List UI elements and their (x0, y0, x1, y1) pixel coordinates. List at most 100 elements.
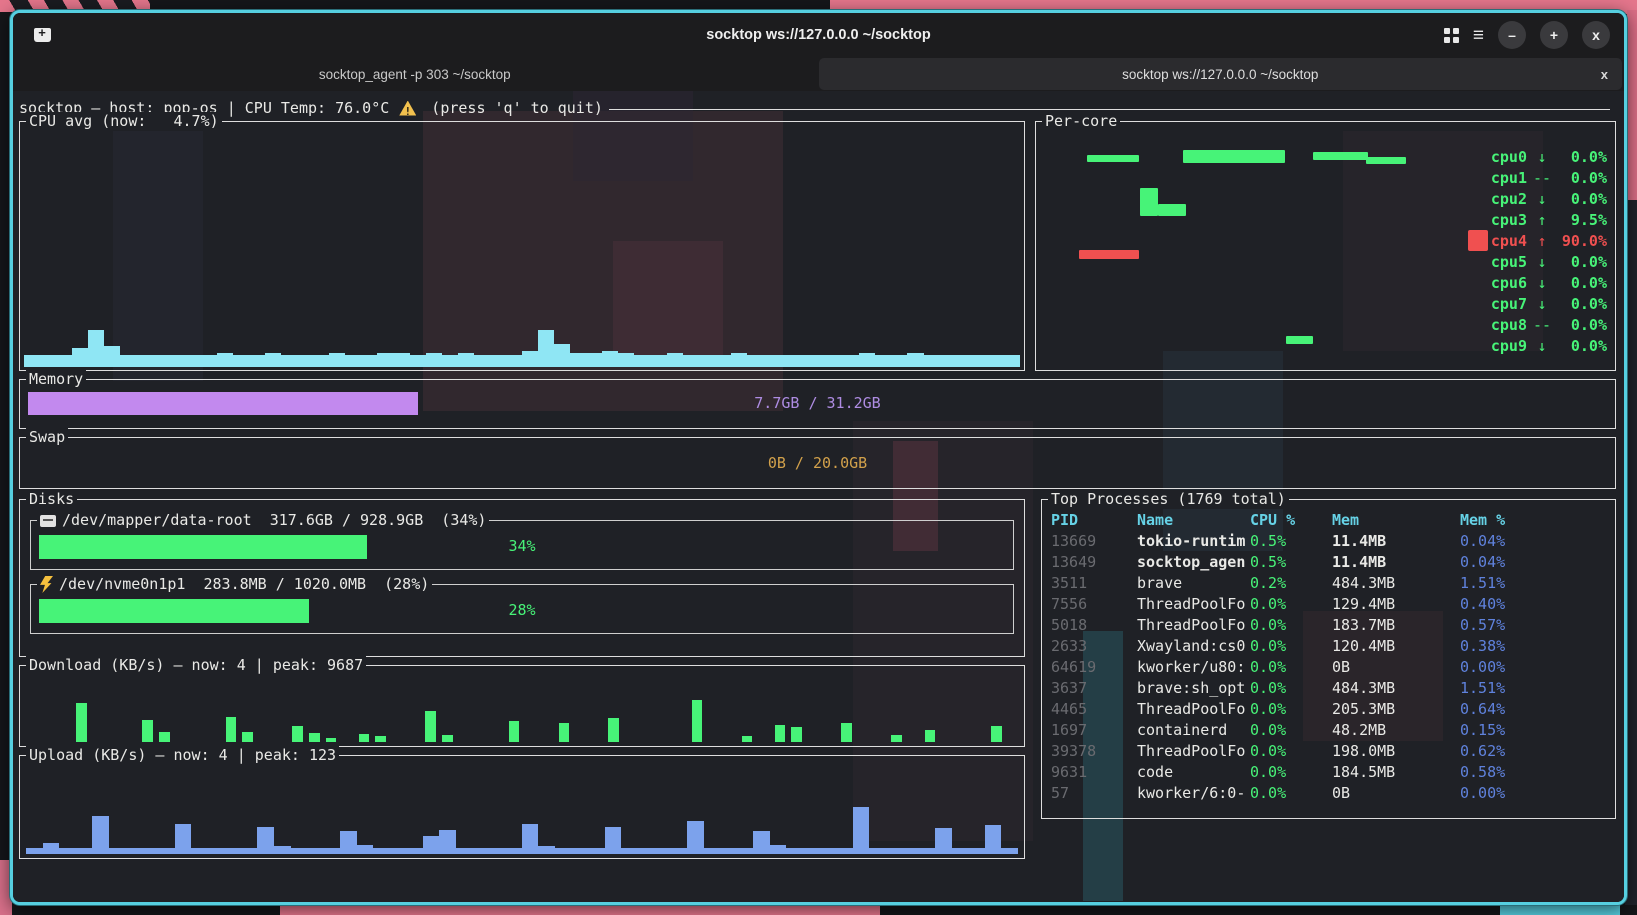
history-bar (554, 344, 570, 367)
history-bar (92, 816, 109, 854)
history-bar (439, 830, 456, 854)
history-bar (747, 355, 763, 367)
history-bar (208, 848, 225, 854)
history-bar (142, 720, 153, 742)
process-cpu: 0.0% (1250, 783, 1332, 804)
history-bar (605, 827, 622, 854)
menu-icon[interactable]: ≡ (1473, 26, 1484, 45)
core-row: cpu9 ↓ 0.0% (1468, 335, 1607, 356)
process-mem: 484.3MB (1332, 573, 1460, 594)
history-bar (699, 355, 715, 367)
process-pid: 57 (1051, 783, 1137, 804)
core-trend-arrow: -- (1527, 316, 1557, 334)
history-bar (373, 848, 390, 854)
process-mem: 183.7MB (1332, 615, 1460, 636)
process-row[interactable]: 9631 code 0.0% 184.5MB 0.58% (1042, 762, 1615, 783)
process-mem-percent: 1.51% (1460, 678, 1615, 699)
history-bar (972, 355, 988, 367)
history-bar (490, 355, 506, 367)
per-core-panel: Per-core cpu0 ↓ 0.0% cpu1 -- 0.0% cpu2 ↓… (1035, 121, 1616, 371)
process-pid: 5018 (1051, 615, 1137, 636)
terminal-content: socktop — host: pop-os | CPU Temp: 76.0°… (13, 91, 1624, 902)
process-row[interactable]: 2633 Xwayland:cs0 0.0% 120.4MB 0.38% (1042, 636, 1615, 657)
close-button[interactable]: x (1582, 21, 1610, 49)
core-trend-arrow: ↓ (1527, 190, 1557, 208)
core-row: cpu8 -- 0.0% (1468, 314, 1607, 335)
swap-panel: Swap 0B / 20.0GB (19, 437, 1616, 489)
history-bar (634, 355, 650, 367)
process-cpu: 0.0% (1250, 678, 1332, 699)
tab-socktop-agent[interactable]: socktop_agent -p 303 ~/socktop (13, 57, 817, 91)
history-bar (340, 831, 357, 854)
history-bar (281, 355, 297, 367)
history-bar (56, 355, 72, 367)
history-bar (843, 355, 859, 367)
process-row[interactable]: 13649 socktop_agen 0.5% 11.4MB 0.04% (1042, 552, 1615, 573)
top-processes-title: Top Processes (1769 total) (1048, 490, 1289, 509)
minimize-button[interactable]: – (1498, 21, 1526, 49)
tab-socktop-ws[interactable]: socktop ws://127.0.0.0 ~/socktop x (819, 58, 1623, 90)
history-bar (602, 351, 618, 367)
history-bar (307, 848, 324, 854)
process-mem-percent: 0.04% (1460, 531, 1615, 552)
history-bar (891, 735, 902, 742)
top-processes-panel: Top Processes (1769 total) PID Name CPU … (1041, 499, 1616, 819)
history-bar (489, 848, 506, 854)
history-bar (786, 848, 803, 854)
core-value: 0.0% (1557, 274, 1607, 292)
process-name: Xwayland:cs0 (1137, 636, 1250, 657)
col-memp: Mem % (1460, 510, 1615, 531)
process-row[interactable]: 39378 ThreadPoolFo 0.0% 198.0MB 0.62% (1042, 741, 1615, 762)
process-row[interactable]: 3511 brave 0.2% 484.3MB 1.51% (1042, 573, 1615, 594)
process-mem-percent: 0.00% (1460, 783, 1615, 804)
history-bar (559, 723, 570, 742)
history-bar (406, 848, 423, 854)
process-row[interactable]: 13669 tokio-runtim 0.5% 11.4MB 0.04% (1042, 531, 1615, 552)
process-row[interactable]: 3637 brave:sh_opt 0.0% 484.3MB 1.51% (1042, 678, 1615, 699)
col-pid: PID (1051, 510, 1137, 531)
history-bar (274, 846, 291, 854)
history-bar (43, 843, 60, 854)
core-row: cpu0 ↓ 0.0% (1468, 146, 1607, 167)
process-name: brave:sh_opt (1137, 678, 1250, 699)
core-value: 0.0% (1557, 148, 1607, 166)
core-trend-arrow: ↓ (1527, 148, 1557, 166)
disk-icon (40, 515, 56, 527)
history-bar (820, 848, 837, 854)
process-row[interactable]: 1697 containerd 0.0% 48.2MB 0.15% (1042, 720, 1615, 741)
core-label: cpu0 (1491, 148, 1527, 166)
history-bar (737, 848, 754, 854)
process-mem-percent: 0.62% (1460, 741, 1615, 762)
tab-close-icon[interactable]: x (1601, 67, 1608, 82)
history-bar (1001, 848, 1018, 854)
core-hot-indicator (1468, 272, 1488, 293)
process-table-body: 13669 tokio-runtim 0.5% 11.4MB 0.04% 136… (1042, 531, 1615, 804)
process-row[interactable]: 4465 ThreadPoolFo 0.0% 205.3MB 0.64% (1042, 699, 1615, 720)
process-mem-percent: 0.40% (1460, 594, 1615, 615)
core-label: cpu7 (1491, 295, 1527, 313)
process-mem-percent: 0.15% (1460, 720, 1615, 741)
history-bar (827, 355, 843, 367)
history-bar (153, 355, 169, 367)
maximize-button[interactable]: + (1540, 21, 1568, 49)
process-name: ThreadPoolFo (1137, 615, 1250, 636)
core-history-segment (1313, 152, 1368, 160)
history-bar (956, 355, 972, 367)
process-row[interactable]: 64619 kworker/u80: 0.0% 0B 0.00% (1042, 657, 1615, 678)
history-bar (608, 718, 619, 742)
new-tab-button[interactable] (29, 22, 55, 48)
history-bar (265, 353, 281, 367)
cpu-avg-panel: CPU avg (now: 4.7%) (19, 121, 1025, 371)
process-row[interactable]: 7556 ThreadPoolFo 0.0% 129.4MB 0.40% (1042, 594, 1615, 615)
window-title: socktop ws://127.0.0.0 ~/socktop (13, 27, 1624, 43)
history-bar (522, 351, 538, 367)
process-row[interactable]: 5018 ThreadPoolFo 0.0% 183.7MB 0.57% (1042, 615, 1615, 636)
core-row: cpu2 ↓ 0.0% (1468, 188, 1607, 209)
tab-grid-icon[interactable] (1444, 28, 1459, 43)
process-row[interactable]: 57 kworker/6:0- 0.0% 0B 0.00% (1042, 783, 1615, 804)
process-pid: 13669 (1051, 531, 1137, 552)
process-pid: 4465 (1051, 699, 1137, 720)
history-bar (125, 848, 142, 854)
process-pid: 3637 (1051, 678, 1137, 699)
col-cpu: CPU % (1250, 510, 1332, 531)
